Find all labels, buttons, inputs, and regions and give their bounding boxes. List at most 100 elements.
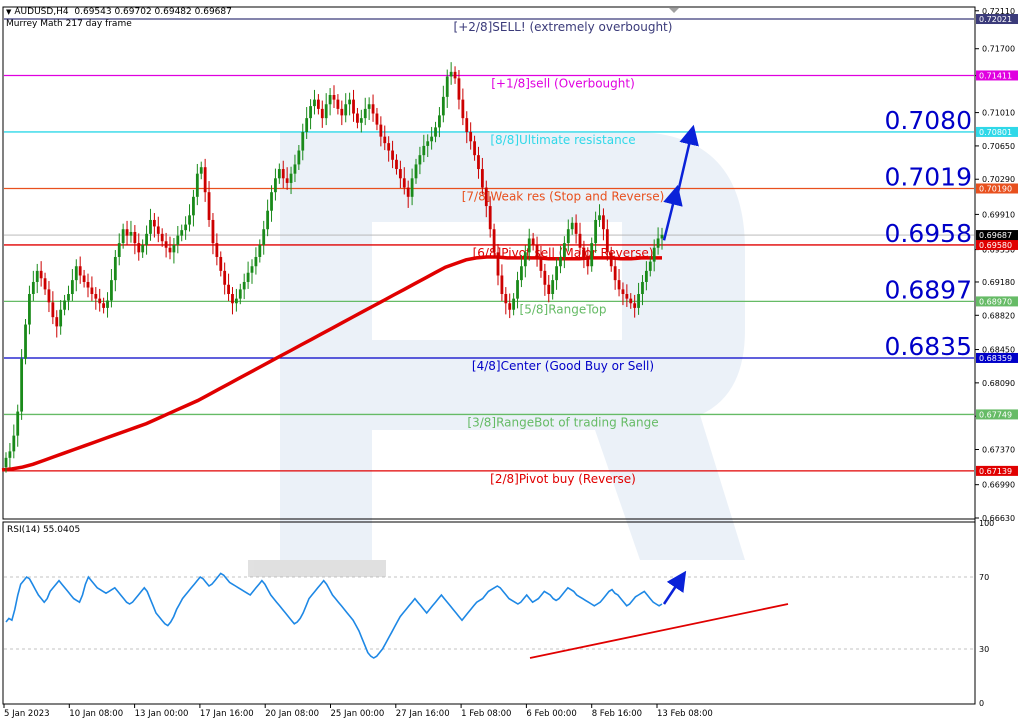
candle-body xyxy=(289,173,293,183)
candle-body xyxy=(617,280,621,290)
candle-body xyxy=(555,266,558,281)
candle-body xyxy=(320,108,324,119)
candle-body xyxy=(406,187,410,197)
candle-body xyxy=(570,222,574,230)
y-tick-label: 0.71010 xyxy=(982,109,1015,118)
candle-body xyxy=(74,266,78,281)
symbol-dropdown-icon[interactable]: ▼ xyxy=(6,8,11,16)
candle-body xyxy=(457,78,461,100)
candle-body xyxy=(582,247,586,257)
candle-body xyxy=(578,233,582,248)
candle-body xyxy=(254,256,258,267)
candle-body xyxy=(285,178,289,183)
candle-body xyxy=(250,266,254,273)
candle-body xyxy=(305,118,309,133)
candle-body xyxy=(344,104,348,116)
price-level-badge-label: 0.68970 xyxy=(979,297,1012,306)
candle-body xyxy=(363,108,367,119)
murrey-level-text: [+1/8]sell (Overbought) xyxy=(491,76,635,90)
candle-body xyxy=(648,261,652,271)
candle-body xyxy=(410,178,414,197)
candle-body xyxy=(176,235,180,245)
candle-body xyxy=(637,294,640,308)
candle-body xyxy=(31,281,35,295)
candle-body xyxy=(504,294,508,304)
y-tick-label: 0.69910 xyxy=(982,210,1015,219)
rsi-line xyxy=(5,572,663,659)
candle-body xyxy=(395,159,398,170)
candle-body xyxy=(281,169,285,179)
price-level-badge-label: 0.67749 xyxy=(979,410,1012,419)
candle-body xyxy=(418,155,422,165)
candle-body xyxy=(211,219,215,244)
candle-body xyxy=(113,256,117,281)
candle-body xyxy=(531,238,535,245)
candle-body xyxy=(633,303,637,308)
candle-body xyxy=(102,303,106,308)
candle-body xyxy=(449,71,453,77)
candle-body xyxy=(539,256,543,271)
candle-body xyxy=(465,118,469,133)
indicator-label: Murrey Math 217 day frame xyxy=(6,19,132,29)
x-tick-label: 13 Jan 00:00 xyxy=(135,709,189,719)
candle-body xyxy=(422,145,426,156)
big-level-label: 0.6897 xyxy=(885,275,972,304)
candle-body xyxy=(426,141,430,146)
candle-body xyxy=(445,76,449,97)
candle-body xyxy=(266,210,270,230)
candle-body xyxy=(152,219,156,227)
y-tick-label: 0.66990 xyxy=(982,481,1015,490)
candle-body xyxy=(441,96,445,116)
x-tick-label: 27 Jan 16:00 xyxy=(396,709,450,719)
candle-body xyxy=(246,272,250,282)
current-price-badge-label: 0.69687 xyxy=(979,231,1012,240)
candle-body xyxy=(258,244,262,257)
candle-body xyxy=(219,256,223,271)
candle-body xyxy=(480,169,484,188)
candle-body xyxy=(660,234,664,239)
price-level-badge-label: 0.70801 xyxy=(979,128,1012,137)
candle-body xyxy=(70,280,74,295)
candle-body xyxy=(309,106,312,119)
candle-body xyxy=(223,270,227,285)
y-tick-label: 0.69180 xyxy=(982,278,1015,287)
candle-body xyxy=(402,178,406,188)
rsi-y-tick-label: 0 xyxy=(979,699,984,708)
candle-body xyxy=(164,241,168,248)
candle-body xyxy=(51,302,55,318)
rsi-panel-frame xyxy=(2,521,976,705)
candle-body xyxy=(500,275,504,295)
candle-body xyxy=(535,244,539,257)
candle-body xyxy=(262,229,266,245)
candle-body xyxy=(523,252,527,267)
scroll-shift-icon[interactable] xyxy=(669,8,679,13)
candle-body xyxy=(106,300,109,308)
murrey-level-text: [3/8]RangeBot of trading Range xyxy=(467,415,658,429)
rsi-title: RSI(14) 55.0405 xyxy=(7,525,81,535)
candle-body xyxy=(324,104,328,119)
y-tick-label: 0.70290 xyxy=(982,175,1015,184)
candle-body xyxy=(520,266,523,281)
candle-body xyxy=(207,192,211,220)
x-tick-label: 17 Jan 16:00 xyxy=(200,709,254,719)
candle-body xyxy=(238,289,242,299)
candle-body xyxy=(652,247,656,262)
candle-body xyxy=(270,192,273,211)
x-tick-label: 8 Feb 16:00 xyxy=(592,709,642,719)
candle-body xyxy=(609,252,613,267)
candle-body xyxy=(629,298,633,304)
candle-body xyxy=(547,284,551,295)
candle-body xyxy=(90,287,94,295)
candle-body xyxy=(434,127,437,137)
price-level-badge-label: 0.68359 xyxy=(979,354,1012,363)
rsi-y-tick-label: 70 xyxy=(979,573,989,582)
candle-body xyxy=(277,169,281,179)
candle-body xyxy=(469,132,473,142)
candle-body xyxy=(168,247,172,253)
candle-body xyxy=(512,298,516,310)
candle-body xyxy=(55,317,59,327)
candle-body xyxy=(86,281,90,288)
candle-body xyxy=(543,270,547,285)
candle-body xyxy=(129,231,133,236)
murrey-level-text: [4/8]Center (Good Buy or Sell) xyxy=(472,359,654,373)
